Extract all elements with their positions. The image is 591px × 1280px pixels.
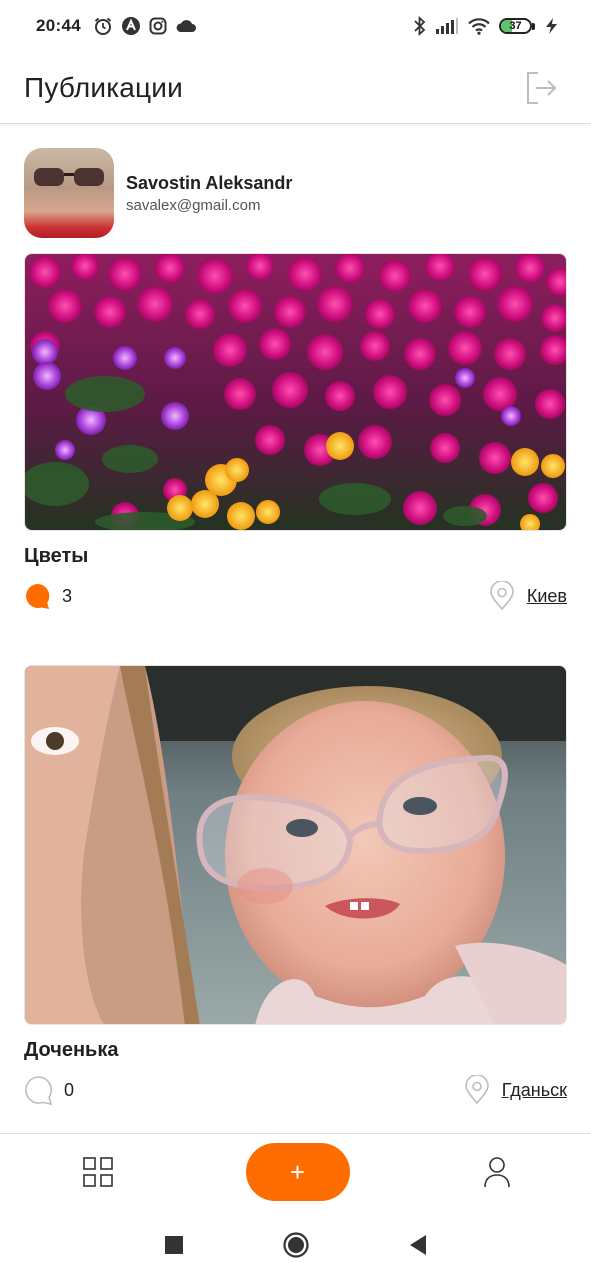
battery-level: 37 — [509, 20, 522, 32]
avatar-sunglasses — [34, 168, 104, 186]
flower-field-photo — [25, 254, 566, 530]
cloud-icon — [176, 20, 196, 32]
app-a-icon — [121, 17, 140, 35]
comment-count: 0 — [64, 1079, 75, 1100]
page-title: Публикации — [24, 71, 183, 103]
triangle-back-icon[interactable] — [408, 1234, 428, 1256]
location-link[interactable]: Киев — [527, 586, 567, 607]
logout-button[interactable] — [523, 70, 559, 106]
post-image[interactable] — [24, 665, 567, 1025]
location-pin-icon — [490, 581, 514, 611]
nav-profile-button[interactable] — [481, 1156, 513, 1188]
bottom-navigation: + — [0, 1133, 591, 1210]
post-meta: 3 Киев — [24, 576, 567, 616]
child-with-glasses-photo — [25, 666, 566, 1024]
post-meta: 0 Гданьск — [24, 1070, 567, 1110]
user-icon[interactable] — [483, 1156, 511, 1188]
app-header: Публикации — [0, 52, 591, 124]
square-icon[interactable] — [164, 1236, 183, 1254]
posts-feed[interactable]: Savostin Aleksandr savalex@gmail.com Цве… — [0, 125, 591, 1133]
bluetooth-icon — [414, 16, 426, 36]
status-left: 20:44 — [36, 16, 197, 36]
profile-email: savalex@gmail.com — [126, 196, 261, 214]
home-button[interactable] — [281, 1230, 311, 1260]
status-time: 20:44 — [36, 16, 81, 35]
logout-icon[interactable] — [525, 71, 557, 105]
wifi-icon — [468, 18, 490, 35]
status-system-icons: 37 — [413, 16, 561, 36]
create-post-button[interactable]: + — [245, 1143, 350, 1201]
comments-button[interactable]: 0 — [24, 1075, 74, 1105]
charging-icon — [546, 18, 557, 34]
location[interactable]: Гданьск — [464, 1075, 567, 1105]
status-bar: 20:44 37 — [0, 0, 591, 52]
location-link[interactable]: Гданьск — [502, 1080, 567, 1101]
post-image[interactable] — [24, 253, 567, 531]
post-title: Доченька — [24, 1039, 119, 1061]
location[interactable]: Киев — [489, 581, 567, 611]
grid-icon[interactable] — [83, 1157, 113, 1187]
alarm-icon — [94, 17, 112, 35]
location-pin-icon — [464, 1075, 489, 1105]
system-navigation-bar — [0, 1210, 591, 1280]
comment-count: 3 — [62, 585, 73, 606]
circle-home-icon[interactable] — [282, 1232, 309, 1258]
status-notification-icons — [93, 16, 197, 36]
comments-button[interactable]: 3 — [24, 582, 72, 610]
post-title: Цветы — [24, 545, 89, 567]
nav-posts-button[interactable] — [82, 1156, 114, 1188]
battery-icon: 37 — [499, 18, 535, 34]
comment-filled-icon[interactable] — [24, 582, 52, 610]
instagram-icon — [149, 17, 167, 35]
back-button[interactable] — [403, 1230, 433, 1260]
post-card[interactable]: Доченька 0 Гданьск — [24, 665, 567, 1110]
recents-button[interactable] — [159, 1230, 189, 1260]
profile-info: Savostin Aleksandr savalex@gmail.com — [126, 173, 292, 214]
signal-icon — [436, 18, 458, 34]
post-card[interactable]: Цветы 3 Киев — [24, 253, 567, 616]
user-profile: Savostin Aleksandr savalex@gmail.com — [24, 148, 292, 238]
avatar — [24, 148, 114, 238]
comment-outline-icon[interactable] — [24, 1075, 54, 1105]
profile-name: Savostin Aleksandr — [126, 172, 293, 193]
